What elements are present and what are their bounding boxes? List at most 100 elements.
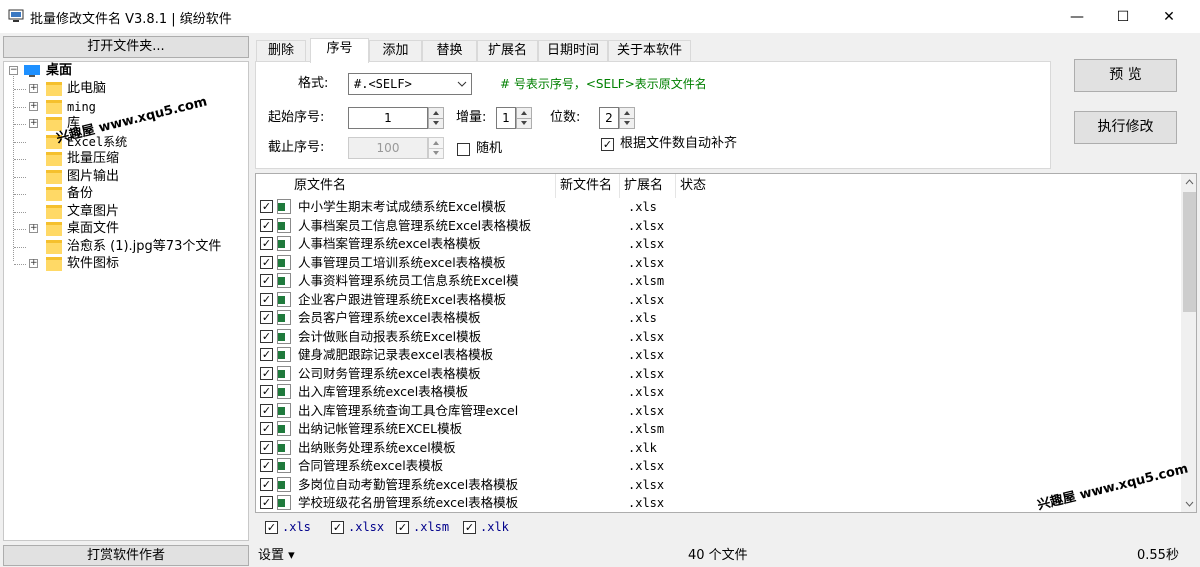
start-label: 起始序号: (268, 110, 325, 125)
table-row[interactable]: ✓ 人事档案员工信息管理系统Excel表格模板 .xlsx (256, 217, 1181, 236)
format-select[interactable]: #.<SELF> (348, 73, 472, 95)
close-button[interactable]: ✕ (1146, 0, 1192, 33)
end-input[interactable]: 100 (348, 137, 428, 159)
root-collapse-toggle[interactable]: − (9, 66, 18, 75)
tree-item[interactable]: 批量压缩 (67, 150, 119, 168)
row-checkbox[interactable]: ✓ (260, 496, 273, 509)
tree-item[interactable]: 软件图标 (67, 255, 119, 273)
scroll-thumb[interactable] (1183, 192, 1196, 312)
row-checkbox[interactable]: ✓ (260, 329, 273, 343)
table-row[interactable]: ✓ 出入库管理系统查询工具仓库管理excel .xlsx (256, 402, 1181, 421)
tip-author-button[interactable]: 打赏软件作者 (3, 545, 249, 566)
tree-root-desktop[interactable]: 桌面 (46, 62, 72, 80)
row-checkbox[interactable]: ✓ (260, 440, 273, 454)
table-row[interactable]: ✓ 出纳记帐管理系统EXCEL模板 .xlsm (256, 420, 1181, 439)
table-row[interactable]: ✓ 出纳账务处理系统excel模板 .xlk (256, 439, 1181, 458)
tab-datetime[interactable]: 日期时间 (538, 40, 608, 62)
col-original-name[interactable]: 原文件名 (256, 174, 556, 198)
tab-about[interactable]: 关于本软件 (608, 40, 691, 62)
tree-expand-toggle[interactable]: + (29, 224, 38, 233)
increment-input[interactable]: 1 (496, 107, 516, 129)
file-grid[interactable]: 原文件名 新文件名 扩展名 状态 ✓ 中小学生期末考试成绩系统Excel模板 .xl… (255, 173, 1197, 513)
filter-checkbox-xlsx[interactable]: ✓ (331, 521, 344, 534)
row-checkbox[interactable]: ✓ (260, 459, 273, 472)
row-checkbox[interactable]: ✓ (260, 200, 273, 213)
tab-replace[interactable]: 替换 (422, 40, 477, 62)
folder-icon (46, 222, 62, 236)
format-hint: # 号表示序号，<SELF>表示原文件名 (500, 77, 707, 91)
row-checkbox[interactable]: ✓ (260, 422, 273, 435)
tab-add[interactable]: 添加 (369, 40, 422, 62)
row-checkbox[interactable]: ✓ (260, 292, 273, 306)
tree-item[interactable]: 此电脑 (67, 80, 106, 98)
tree-item[interactable]: 桌面文件 (67, 220, 119, 238)
table-row[interactable]: ✓ 会计做账自动报表系统Excel模板 .xlsx (256, 328, 1181, 347)
excel-file-icon (277, 310, 291, 325)
original-name-cell: 公司财务管理系统excel表格模板 (298, 365, 481, 381)
tab-delete[interactable]: 删除 (256, 40, 306, 62)
row-checkbox[interactable]: ✓ (260, 218, 273, 232)
extension-cell: .xlsx (628, 403, 665, 418)
row-checkbox[interactable]: ✓ (260, 255, 273, 269)
col-status[interactable]: 状态 (676, 174, 1181, 198)
scroll-up-icon[interactable] (1185, 179, 1194, 185)
col-new-name[interactable]: 新文件名 (556, 174, 620, 198)
filter-checkbox-xls[interactable]: ✓ (265, 521, 278, 534)
random-checkbox[interactable] (457, 143, 470, 156)
tree-item[interactable]: 文章图片 (67, 203, 119, 221)
table-row[interactable]: ✓ 人事档案管理系统excel表格模板 .xlsx (256, 235, 1181, 254)
grid-header: 原文件名 新文件名 扩展名 状态 (256, 174, 1181, 198)
table-row[interactable]: ✓ 企业客户跟进管理系统Excel表格模板 .xlsx (256, 291, 1181, 310)
row-checkbox[interactable]: ✓ (260, 237, 273, 250)
autopad-checkbox[interactable]: ✓ (601, 138, 614, 151)
filter-checkbox-xlsm[interactable]: ✓ (396, 521, 409, 534)
minimize-button[interactable]: — (1054, 0, 1100, 33)
tree-expand-toggle[interactable]: + (29, 119, 38, 128)
preview-button[interactable]: 预 览 (1074, 59, 1177, 92)
end-spinner[interactable] (428, 137, 444, 159)
open-folder-button[interactable]: 打开文件夹... (3, 36, 249, 58)
row-checkbox[interactable]: ✓ (260, 274, 273, 287)
row-checkbox[interactable]: ✓ (260, 348, 273, 361)
table-row[interactable]: ✓ 多岗位自动考勤管理系统excel表格模板 .xlsx (256, 476, 1181, 495)
digits-spinner[interactable] (619, 107, 635, 129)
row-checkbox[interactable]: ✓ (260, 366, 273, 380)
col-extension[interactable]: 扩展名 (620, 174, 676, 198)
filter-checkbox-xlk[interactable]: ✓ (463, 521, 476, 534)
tree-item[interactable]: ming (67, 98, 96, 116)
original-name-cell: 合同管理系统excel表模板 (298, 458, 444, 473)
start-spinner[interactable] (428, 107, 444, 129)
table-row[interactable]: ✓ 中小学生期末考试成绩系统Excel模板 .xls (256, 198, 1181, 217)
tree-expand-toggle[interactable]: + (29, 84, 38, 93)
row-checkbox[interactable]: ✓ (260, 477, 273, 491)
maximize-button[interactable]: ☐ (1100, 0, 1146, 33)
scroll-down-icon[interactable] (1185, 501, 1194, 507)
table-row[interactable]: ✓ 人事资料管理系统员工信息系统Excel模 .xlsm (256, 272, 1181, 291)
original-name-cell: 会员客户管理系统excel表格模板 (298, 310, 481, 325)
table-row[interactable]: ✓ 会员客户管理系统excel表格模板 .xls (256, 309, 1181, 328)
increment-spinner[interactable] (516, 107, 532, 129)
tab-serial[interactable]: 序号 (310, 38, 369, 63)
tab-extension[interactable]: 扩展名 (477, 40, 538, 62)
settings-menu[interactable]: 设置 ▾ (258, 545, 295, 567)
tree-item[interactable]: 治愈系 (1).jpg等73个文件 (67, 238, 221, 256)
filter-label-xlsx: .xlsx (348, 520, 385, 534)
table-row[interactable]: ✓ 合同管理系统excel表模板 .xlsx (256, 457, 1181, 476)
table-row[interactable]: ✓ 健身减肥跟踪记录表excel表格模板 .xlsx (256, 346, 1181, 365)
extension-cell: .xlsx (628, 385, 665, 399)
table-row[interactable]: ✓ 人事管理员工培训系统excel表格模板 .xlsx (256, 254, 1181, 273)
tree-expand-toggle[interactable]: + (29, 259, 38, 268)
table-row[interactable]: ✓ 出入库管理系统excel表格模板 .xlsx (256, 383, 1181, 402)
row-checkbox[interactable]: ✓ (260, 403, 273, 417)
row-checkbox[interactable]: ✓ (260, 311, 273, 324)
extension-cell: .xlsm (628, 422, 665, 436)
start-input[interactable]: 1 (348, 107, 428, 129)
tree-item[interactable]: 图片输出 (67, 168, 119, 186)
row-checkbox[interactable]: ✓ (260, 385, 273, 398)
tree-item[interactable]: 备份 (67, 185, 93, 203)
tree-expand-toggle[interactable]: + (29, 101, 38, 111)
folder-tree[interactable]: − 桌面 + 此电脑 + ming + 库 Excel系统 批量压缩 图片输出 备份 文章图片 + 桌面… (3, 61, 249, 541)
digits-input[interactable]: 2 (599, 107, 619, 129)
table-row[interactable]: ✓ 公司财务管理系统excel表格模板 .xlsx (256, 365, 1181, 384)
execute-button[interactable]: 执行修改 (1074, 111, 1177, 144)
